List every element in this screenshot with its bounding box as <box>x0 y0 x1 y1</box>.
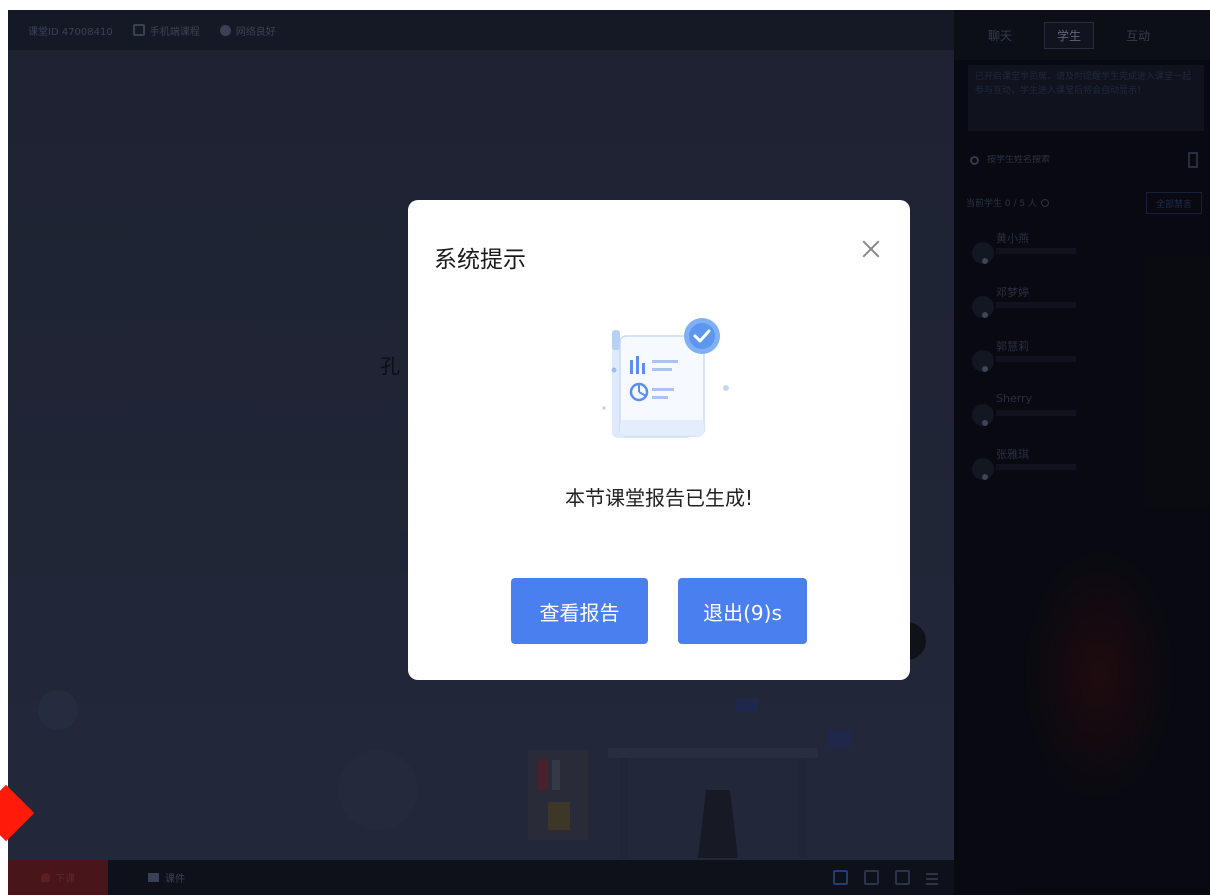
view-report-button[interactable]: 查看报告 <box>511 578 648 644</box>
sparkle-icon <box>723 385 729 391</box>
report-illustration <box>602 318 729 438</box>
dialog-message: 本节课堂报告已生成! <box>564 486 754 510</box>
system-prompt-dialog: 系统提示 本节课堂报告已生成! 查看报告 退出(9)s <box>408 200 910 680</box>
close-icon[interactable] <box>856 234 886 264</box>
sparkle-icon <box>611 367 617 373</box>
classroom-app: 课堂ID 47008410 手机端课程 网络良好 孔 下课 课件 聊天 学生 互… <box>8 10 1210 895</box>
exit-countdown-button[interactable]: 退出(9)s <box>678 578 807 644</box>
dialog-title: 系统提示 <box>434 247 526 273</box>
check-badge-icon <box>684 318 720 354</box>
sparkle-icon <box>602 406 606 410</box>
